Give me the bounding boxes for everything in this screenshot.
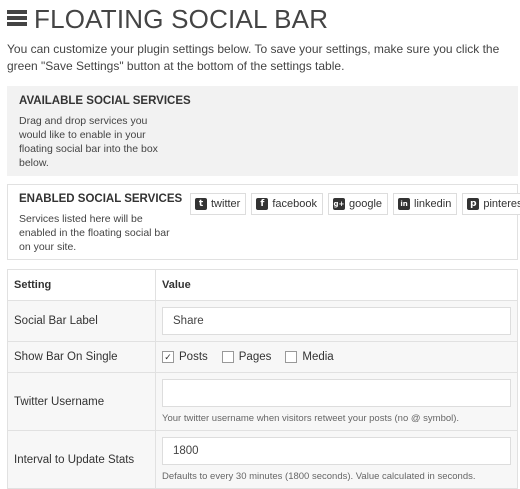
social-bar-label-input[interactable] (162, 307, 511, 335)
service-pinterest[interactable]: p pinterest (462, 193, 520, 215)
service-label: twitter (211, 198, 241, 210)
pinterest-icon: p (467, 198, 480, 210)
posts-checkbox[interactable]: ✓ (162, 351, 174, 363)
facebook-icon: f (256, 198, 269, 210)
page-title: FLOATING SOCIAL BAR (34, 3, 329, 34)
available-services-title: AVAILABLE SOCIAL SERVICES (19, 95, 191, 107)
posts-checkbox-option[interactable]: ✓ Posts (162, 351, 208, 363)
twitter-icon: t (195, 198, 207, 210)
show-single-options: ✓ Posts Pages Media (162, 351, 511, 363)
setting-value-cell: Defaults to every 30 minutes (1800 secon… (155, 430, 518, 489)
table-row: Interval to Update Stats Defaults to eve… (7, 430, 518, 489)
service-label: google (349, 198, 383, 210)
enabled-services-list: t twitter f facebook g+ google in linked… (190, 193, 520, 215)
enabled-services-panel: ENABLED SOCIAL SERVICES Services listed … (7, 184, 520, 260)
media-checkbox-option[interactable]: Media (285, 351, 334, 363)
checkbox-label: Pages (238, 351, 272, 363)
setting-label: Show Bar On Single (7, 341, 156, 373)
twitter-username-hint: Your twitter username when visitors retw… (162, 413, 460, 424)
enabled-services-description: Services listed here will be enabled in … (19, 213, 170, 253)
table-row: Twitter Username Your twitter username w… (7, 372, 518, 431)
service-linkedin[interactable]: in linkedin (393, 193, 458, 215)
checkbox-label: Posts (179, 351, 208, 363)
twitter-username-input[interactable] (162, 379, 511, 407)
service-google[interactable]: g+ google (328, 193, 389, 215)
setting-label: Social Bar Label (7, 300, 156, 342)
setting-value-cell (155, 300, 518, 342)
column-header-setting: Setting (7, 269, 156, 301)
setting-value-cell: Your twitter username when visitors retw… (155, 372, 518, 431)
intro-text: You can customize your plugin settings b… (7, 42, 500, 73)
service-label: facebook (272, 198, 317, 210)
checkbox-label: Media (302, 351, 334, 363)
service-label: linkedin (414, 198, 452, 210)
setting-value-cell: ✓ Posts Pages Media (155, 341, 518, 373)
setting-label: Twitter Username (7, 372, 156, 431)
table-header-row: Setting Value (7, 269, 518, 301)
available-services-description: Drag and drop services you would like to… (19, 115, 158, 169)
enabled-services-title: ENABLED SOCIAL SERVICES (19, 193, 183, 205)
page-header: FLOATING SOCIAL BAR (6, 4, 328, 34)
service-facebook[interactable]: f facebook (251, 193, 323, 215)
google-plus-icon: g+ (333, 198, 345, 210)
pages-checkbox-option[interactable]: Pages (221, 351, 272, 363)
service-twitter[interactable]: t twitter (190, 193, 247, 215)
setting-label: Interval to Update Stats (7, 430, 156, 489)
table-row: Show Bar On Single ✓ Posts Pages Media (7, 341, 518, 373)
linkedin-icon: in (398, 198, 411, 210)
table-row: Social Bar Label (7, 300, 518, 342)
service-label: pinterest (483, 198, 520, 210)
media-checkbox[interactable] (285, 351, 298, 363)
stack-icon (7, 10, 27, 26)
update-interval-hint: Defaults to every 30 minutes (1800 secon… (162, 471, 476, 482)
update-interval-input[interactable] (162, 437, 511, 465)
available-services-panel: AVAILABLE SOCIAL SERVICES Drag and drop … (7, 86, 518, 176)
pages-checkbox[interactable] (221, 351, 234, 363)
settings-table: Setting Value Social Bar Label Show Bar … (7, 269, 518, 489)
column-header-value: Value (155, 269, 518, 301)
